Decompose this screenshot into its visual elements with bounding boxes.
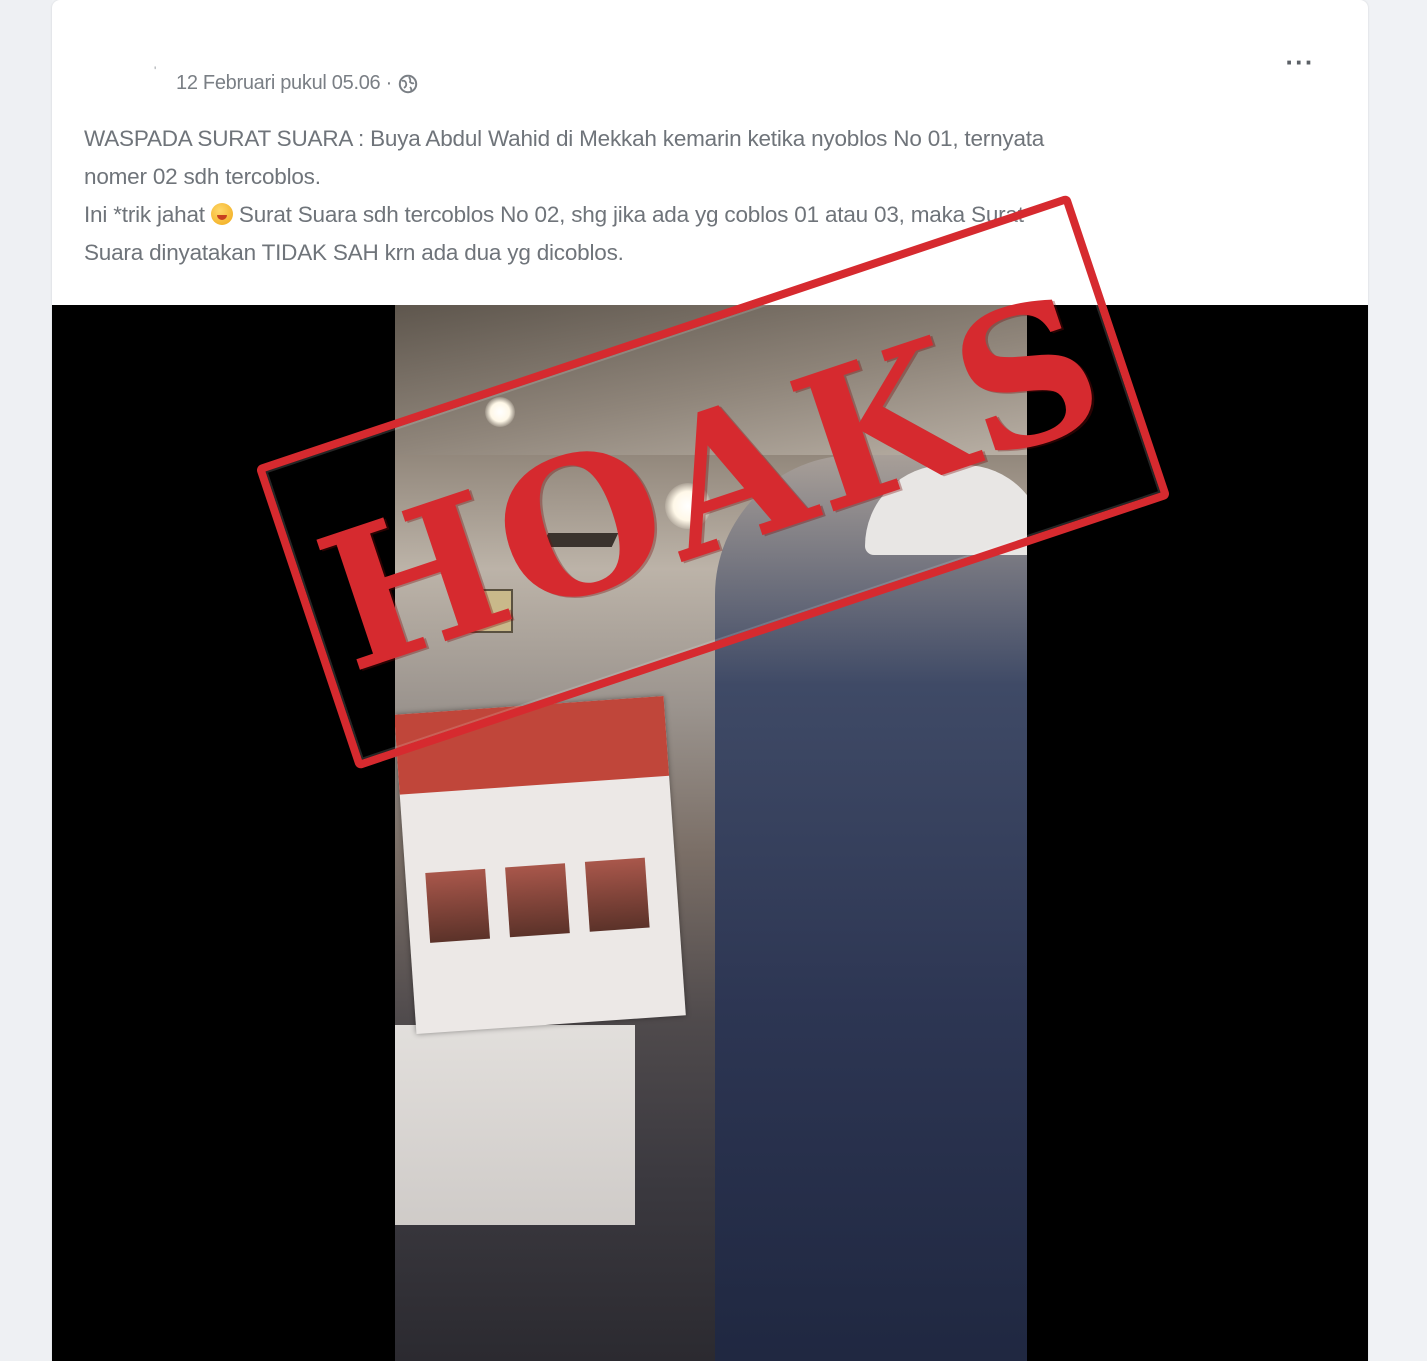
ballot-header bbox=[395, 695, 670, 795]
grinning-face-emoji-icon bbox=[210, 203, 233, 225]
page-background bbox=[0, 0, 52, 1361]
video-ceiling-light bbox=[485, 397, 515, 427]
author-name-area[interactable] bbox=[82, 48, 152, 88]
post-meta: 12 Februari pukul 05.06 · bbox=[176, 72, 418, 95]
facebook-post-card: ' 12 Februari pukul 05.06 · ··· WASPADA … bbox=[52, 0, 1368, 1361]
more-dots-icon: ··· bbox=[1285, 46, 1315, 77]
video-wall-lamp bbox=[459, 589, 513, 633]
ballot-candidate-photo bbox=[425, 868, 491, 943]
verified-tick-mark: ' bbox=[154, 64, 157, 78]
video-person bbox=[715, 455, 1027, 1361]
post-video[interactable] bbox=[52, 305, 1368, 1361]
post-text: WASPADA SURAT SUARA : Buya Abdul Wahid d… bbox=[84, 120, 1344, 272]
video-ceiling bbox=[395, 305, 1027, 455]
globe-icon bbox=[398, 74, 418, 93]
post-text-line-3: Ini *trik jahat Surat Suara sdh tercoblo… bbox=[84, 196, 1344, 234]
post-header: ' 12 Februari pukul 05.06 · ··· WASPADA … bbox=[52, 0, 1368, 305]
video-ballot-paper bbox=[395, 695, 686, 1035]
video-ceiling-light bbox=[665, 483, 711, 529]
video-table bbox=[395, 1025, 635, 1225]
post-text-line-1: WASPADA SURAT SUARA : Buya Abdul Wahid d… bbox=[84, 126, 1045, 151]
video-thumbnail bbox=[395, 305, 1027, 1361]
post-text-line-3-start: Ini *trik jahat bbox=[84, 202, 211, 227]
ballot-candidate-photo bbox=[584, 857, 650, 932]
video-ceiling-vent bbox=[541, 533, 619, 547]
post-text-line-4: Suara dinyatakan TIDAK SAH krn ada dua y… bbox=[84, 240, 624, 265]
more-options-button[interactable]: ··· bbox=[1278, 44, 1322, 80]
post-text-line-3-end: Surat Suara sdh tercoblos No 02, shg jik… bbox=[232, 202, 1024, 227]
ballot-candidate-photo bbox=[505, 863, 570, 938]
post-text-line-2: nomer 02 sdh tercoblos. bbox=[84, 164, 321, 189]
post-timestamp[interactable]: 12 Februari pukul 05.06 · bbox=[176, 72, 392, 95]
